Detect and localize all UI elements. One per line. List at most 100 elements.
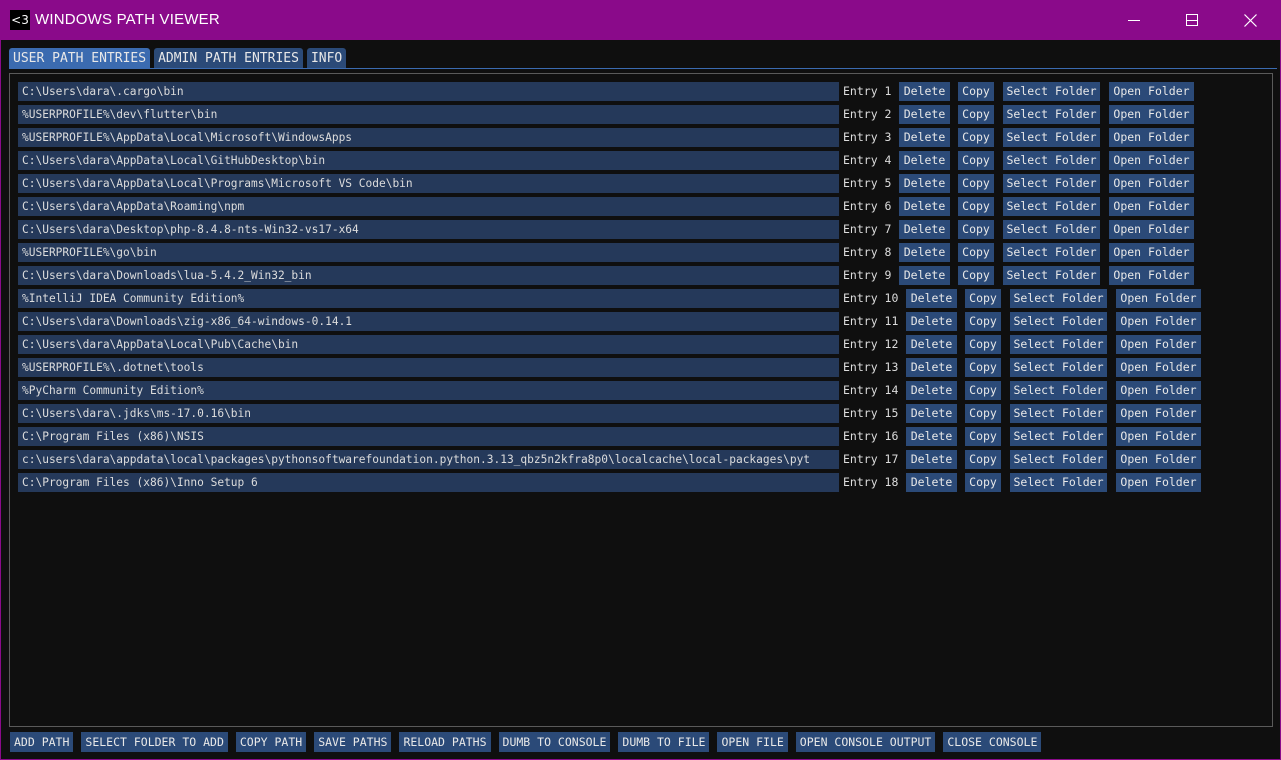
open-console-output-button[interactable]: OPEN CONSOLE OUTPUT xyxy=(795,732,936,752)
copy-button[interactable]: Copy xyxy=(958,128,994,147)
path-entry-field[interactable]: %IntelliJ IDEA Community Edition% xyxy=(18,289,839,308)
minimize-button-alt[interactable] xyxy=(1105,0,1163,40)
path-entry-field[interactable]: C:\Users\dara\Downloads\zig-x86_64-windo… xyxy=(18,312,839,331)
select-folder-button[interactable]: Select Folder xyxy=(1010,381,1107,400)
delete-button[interactable]: Delete xyxy=(906,335,957,354)
delete-button[interactable]: Delete xyxy=(899,151,950,170)
path-entry-field[interactable]: C:\Users\dara\AppData\Local\GitHubDeskto… xyxy=(18,151,839,170)
path-entry-field[interactable]: %USERPROFILE%\go\bin xyxy=(18,243,839,262)
path-entry-field[interactable]: %USERPROFILE%\.dotnet\tools xyxy=(18,358,839,377)
copy-button[interactable]: Copy xyxy=(958,151,994,170)
delete-button[interactable]: Delete xyxy=(899,266,950,285)
open-folder-button[interactable]: Open Folder xyxy=(1109,128,1194,147)
delete-button[interactable]: Delete xyxy=(906,289,957,308)
open-folder-button[interactable]: Open Folder xyxy=(1109,220,1194,239)
open-folder-button[interactable]: Open Folder xyxy=(1116,358,1201,377)
select-folder-button[interactable]: Select Folder xyxy=(1003,243,1100,262)
open-folder-button[interactable]: Open Folder xyxy=(1109,266,1194,285)
open-folder-button[interactable]: Open Folder xyxy=(1109,174,1194,193)
copy-button[interactable]: Copy xyxy=(965,358,1001,377)
add-path-button[interactable]: ADD PATH xyxy=(10,732,74,752)
dumb-to-file-button[interactable]: DUMB TO FILE xyxy=(618,732,710,752)
path-entry-field[interactable]: C:\Program Files (x86)\NSIS xyxy=(18,427,839,446)
path-entry-field[interactable]: %USERPROFILE%\AppData\Local\Microsoft\Wi… xyxy=(18,128,839,147)
close-console-button[interactable]: CLOSE CONSOLE xyxy=(943,732,1042,752)
tab-admin-path-entries[interactable]: ADMIN PATH ENTRIES xyxy=(154,48,303,69)
entries-panel[interactable]: C:\Users\dara\.cargo\bin Entry 1 Delete Cop… xyxy=(9,73,1273,727)
delete-button[interactable]: Delete xyxy=(899,243,950,262)
select-folder-button[interactable]: Select Folder xyxy=(1010,289,1107,308)
path-entry-field[interactable]: C:\Users\dara\.cargo\bin xyxy=(18,82,839,101)
delete-button[interactable]: Delete xyxy=(906,312,957,331)
open-folder-button[interactable]: Open Folder xyxy=(1116,312,1201,331)
copy-button[interactable]: Copy xyxy=(958,82,994,101)
open-folder-button[interactable]: Open Folder xyxy=(1116,404,1201,423)
select-folder-button[interactable]: Select Folder xyxy=(1003,105,1100,124)
copy-button[interactable]: Copy xyxy=(965,381,1001,400)
delete-button[interactable]: Delete xyxy=(906,427,957,446)
delete-button[interactable]: Delete xyxy=(906,473,957,492)
path-entry-field[interactable]: C:\Program Files (x86)\Inno Setup 6 xyxy=(18,473,839,492)
copy-button[interactable]: Copy xyxy=(958,105,994,124)
path-entry-field[interactable]: %USERPROFILE%\dev\flutter\bin xyxy=(18,105,839,124)
select-folder-button[interactable]: Select Folder xyxy=(1010,312,1107,331)
copy-button[interactable]: Copy xyxy=(965,404,1001,423)
path-entry-field[interactable]: C:\Users\dara\AppData\Roaming\npm xyxy=(18,197,839,216)
delete-button[interactable]: Delete xyxy=(899,128,950,147)
delete-button[interactable]: Delete xyxy=(906,450,957,469)
select-folder-button[interactable]: Select Folder xyxy=(1010,404,1107,423)
select-folder-button[interactable]: Select Folder xyxy=(1003,174,1100,193)
delete-button[interactable]: Delete xyxy=(906,404,957,423)
copy-button[interactable]: Copy xyxy=(965,427,1001,446)
select-folder-button[interactable]: Select Folder xyxy=(1003,266,1100,285)
select-folder-button[interactable]: Select Folder xyxy=(1010,335,1107,354)
open-folder-button[interactable]: Open Folder xyxy=(1109,197,1194,216)
open-folder-button[interactable]: Open Folder xyxy=(1116,289,1201,308)
dumb-to-console-button[interactable]: DUMB TO CONSOLE xyxy=(498,732,611,752)
close-button[interactable] xyxy=(1221,0,1279,40)
select-folder-button[interactable]: Select Folder xyxy=(1003,128,1100,147)
select-folder-button[interactable]: Select Folder xyxy=(1003,82,1100,101)
path-entry-field[interactable]: C:\Users\dara\AppData\Local\Pub\Cache\bi… xyxy=(18,335,839,354)
delete-button[interactable]: Delete xyxy=(899,105,950,124)
copy-path-button[interactable]: COPY PATH xyxy=(235,732,307,752)
reload-paths-button[interactable]: RELOAD PATHS xyxy=(399,732,491,752)
path-entry-field[interactable]: C:\Users\dara\Downloads\lua-5.4.2_Win32_… xyxy=(18,266,839,285)
path-entry-field[interactable]: C:\Users\dara\Desktop\php-8.4.8-nts-Win3… xyxy=(18,220,839,239)
copy-button[interactable]: Copy xyxy=(958,197,994,216)
delete-button[interactable]: Delete xyxy=(906,358,957,377)
delete-button[interactable]: Delete xyxy=(899,82,950,101)
select-folder-to-add-button[interactable]: SELECT FOLDER TO ADD xyxy=(81,732,228,752)
open-folder-button[interactable]: Open Folder xyxy=(1116,473,1201,492)
copy-button[interactable]: Copy xyxy=(965,289,1001,308)
open-folder-button[interactable]: Open Folder xyxy=(1116,427,1201,446)
open-folder-button[interactable]: Open Folder xyxy=(1109,82,1194,101)
open-folder-button[interactable]: Open Folder xyxy=(1116,450,1201,469)
open-folder-button[interactable]: Open Folder xyxy=(1109,243,1194,262)
delete-button[interactable]: Delete xyxy=(906,381,957,400)
delete-button[interactable]: Delete xyxy=(899,220,950,239)
path-entry-field[interactable]: C:\Users\dara\AppData\Local\Programs\Mic… xyxy=(18,174,839,193)
open-folder-button[interactable]: Open Folder xyxy=(1116,381,1201,400)
copy-button[interactable]: Copy xyxy=(965,312,1001,331)
save-paths-button[interactable]: SAVE PATHS xyxy=(314,732,392,752)
select-folder-button[interactable]: Select Folder xyxy=(1003,220,1100,239)
copy-button[interactable]: Copy xyxy=(958,266,994,285)
select-folder-button[interactable]: Select Folder xyxy=(1003,151,1100,170)
copy-button[interactable]: Copy xyxy=(958,220,994,239)
copy-button[interactable]: Copy xyxy=(958,174,994,193)
select-folder-button[interactable]: Select Folder xyxy=(1010,473,1107,492)
select-folder-button[interactable]: Select Folder xyxy=(1010,358,1107,377)
copy-button[interactable]: Copy xyxy=(958,243,994,262)
tab-user-path-entries[interactable]: USER PATH ENTRIES xyxy=(9,48,151,69)
select-folder-button[interactable]: Select Folder xyxy=(1010,427,1107,446)
select-folder-button[interactable]: Select Folder xyxy=(1003,197,1100,216)
path-entry-field[interactable]: c:\users\dara\appdata\local\packages\pyt… xyxy=(18,450,839,469)
delete-button[interactable]: Delete xyxy=(899,174,950,193)
delete-button[interactable]: Delete xyxy=(899,197,950,216)
copy-button[interactable]: Copy xyxy=(965,335,1001,354)
maximize-button[interactable] xyxy=(1163,0,1221,40)
copy-button[interactable]: Copy xyxy=(965,450,1001,469)
open-folder-button[interactable]: Open Folder xyxy=(1109,151,1194,170)
path-entry-field[interactable]: %PyCharm Community Edition% xyxy=(18,381,839,400)
